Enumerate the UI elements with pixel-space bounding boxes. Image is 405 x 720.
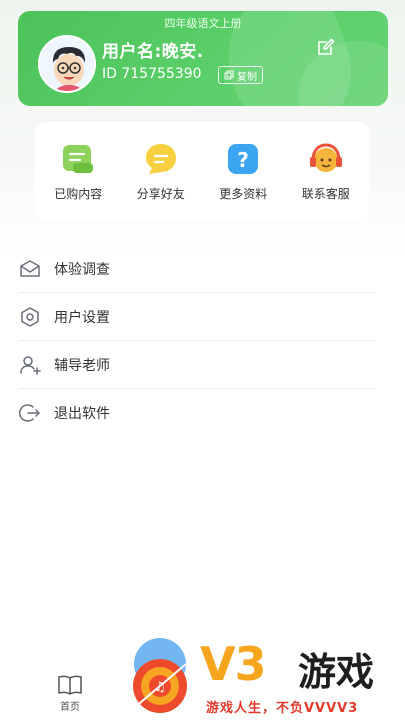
- mail-icon: [20, 259, 40, 277]
- menu-item-tutor[interactable]: 辅导老师: [18, 341, 376, 389]
- grade-label: 四年级语文上册: [164, 17, 242, 30]
- shortcut-label: 分享好友: [136, 186, 185, 201]
- shortcut-share[interactable]: 分享好友: [121, 141, 201, 202]
- share-icon: [145, 143, 176, 174]
- settings-menu: 体验调查 用户设置 辅导老师 退出软件: [18, 245, 376, 437]
- watermark-slogan: 游戏人生，不负VVVV3: [206, 701, 359, 716]
- shortcut-customer-service[interactable]: 联系客服: [286, 141, 366, 202]
- user-id: ID 715755390: [102, 66, 202, 82]
- username: 用户名:晚安.: [102, 42, 204, 62]
- shortcut-label: 联系客服: [301, 186, 350, 201]
- shortcut-panel: 已购内容 分享好友 ? 更多资料 联系客服: [35, 122, 369, 220]
- svg-text:?: ?: [237, 148, 249, 172]
- music-disc-icon: ♫: [133, 659, 187, 713]
- tab-home-label: 首页: [60, 702, 80, 713]
- profile-card: 四年级语文上册 用户名:晚安. ID 715755390 复制: [18, 11, 388, 106]
- menu-item-label: 用户设置: [54, 309, 110, 326]
- copy-icon: [224, 70, 234, 80]
- shortcut-purchased[interactable]: 已购内容: [38, 141, 118, 202]
- tab-home[interactable]: 首页: [48, 674, 92, 713]
- menu-item-survey[interactable]: 体验调查: [18, 245, 376, 293]
- watermark-brand: V3: [200, 637, 267, 691]
- avatar[interactable]: [38, 35, 96, 93]
- watermark-brand-suffix: 游戏: [298, 650, 375, 694]
- add-user-icon: [20, 355, 41, 375]
- edit-icon[interactable]: [316, 37, 336, 57]
- menu-item-label: 体验调查: [54, 261, 110, 278]
- settings-icon: [21, 306, 39, 327]
- menu-item-label: 辅导老师: [54, 357, 110, 374]
- copy-id-button[interactable]: 复制: [218, 66, 263, 84]
- shortcut-label: 已购内容: [54, 186, 103, 201]
- shortcut-more-materials[interactable]: ? 更多资料: [203, 141, 283, 202]
- copy-label: 复制: [237, 71, 257, 83]
- menu-item-logout[interactable]: 退出软件: [18, 389, 376, 437]
- headset-icon: [309, 142, 342, 172]
- shortcut-label: 更多资料: [219, 186, 268, 201]
- menu-item-label: 退出软件: [54, 406, 110, 422]
- logout-icon: [18, 404, 40, 422]
- menu-item-user-settings[interactable]: 用户设置: [18, 293, 376, 341]
- question-icon: ?: [228, 143, 259, 174]
- purchased-icon: [63, 144, 94, 173]
- book-icon: [58, 675, 82, 695]
